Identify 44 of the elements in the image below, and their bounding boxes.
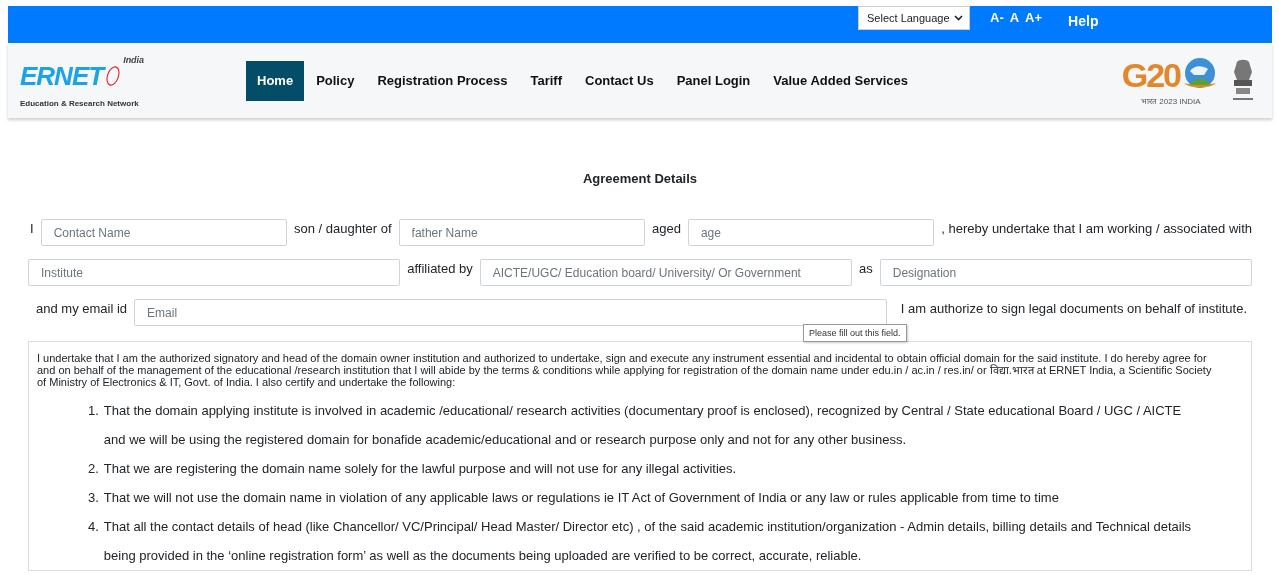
help-link[interactable]: Help — [1068, 13, 1099, 29]
font-size-link[interactable]: A+ — [1025, 10, 1043, 25]
logo-wordmark: ERNET — [20, 60, 104, 92]
g20-wordmark: G20 — [1121, 57, 1180, 93]
nav-link[interactable]: Panel Login — [665, 60, 762, 101]
logo-subtitle: Education & Research Network — [20, 99, 140, 108]
nav-link[interactable]: Contact Us — [574, 60, 665, 101]
list-number: 4. — [88, 518, 99, 536]
input-field[interactable]: Contact Name — [40, 219, 287, 246]
nav-link[interactable]: Registration Process — [366, 60, 519, 101]
nav-link[interactable]: Home — [246, 60, 305, 101]
form-label: affiliated by — [407, 260, 473, 277]
page-title: Agreement Details — [581, 171, 699, 186]
input-field[interactable]: Designation — [879, 259, 1252, 286]
list-number: 2. — [88, 460, 99, 478]
caret-icon — [954, 15, 963, 21]
font-size-link[interactable]: A — [1009, 10, 1020, 25]
input-field[interactable]: Email — [134, 299, 887, 326]
validation-tooltip: Please fill out this field. — [803, 324, 907, 342]
nav-link[interactable]: Policy — [305, 60, 366, 101]
form-label: aged — [652, 220, 681, 237]
font-size-link[interactable]: A- — [990, 10, 1004, 25]
agreement-paragraph: I undertake that I am the authorized signatory and head of the domain owner institution and authorized to undertake, sign and execute any instrument essential and incidental to obtain official domain for the said institute. I do hereby agree for and on behalf of the management of the educational /research institution that I will abide by the terms & conditions while applying for registration of the domain name under edu.in / ac.in / res.in/ or विद्या.भारत at ERNET India, a Scientific Society of Ministry of Electronics & IT, Govt. of India. I also certify and undertake the following: — [37, 352, 1213, 388]
form-label: son / daughter of — [294, 220, 392, 237]
language-select[interactable]: Select Language — [858, 6, 970, 30]
nav-link[interactable]: Tariff — [519, 60, 573, 101]
form-label: , hereby undertake that I am working / associated with — [941, 220, 1252, 237]
input-field[interactable]: AICTE/UGC/ Education board/ University/ Or Government — [479, 259, 853, 286]
input-field[interactable]: Institute — [28, 259, 401, 286]
list-item-text: That we are registering the domain name solely for the lawful purpose and will not use for any illegal activities. — [103, 460, 737, 478]
form-label: and my email id — [36, 300, 128, 317]
list-item-text: That we will not use the domain name in violation of any applicable laws or regulations ie IT Act of Government of India or any law or rules applicable from time to time — [103, 489, 1059, 507]
input-field[interactable]: age — [687, 219, 935, 246]
logo-tagline: India — [123, 55, 145, 65]
g20-caption: भारत 2023 INDIA — [1141, 96, 1201, 106]
list-number: 3. — [88, 489, 99, 507]
form-label: as — [859, 260, 873, 277]
form-label: I — [30, 220, 34, 237]
form-label: I am authorize to sign legal documents on behalf of institute. — [900, 300, 1247, 317]
nav-link[interactable]: Value Added Services — [762, 60, 919, 101]
list-number: 1. — [88, 402, 99, 420]
list-item-text: That all the contact details of head (like Chancellor/ VC/Principal/ Head Master/ Director etc) , of the said academic institution/organization - Admin details, billing details and Technical details being provided in the ‘online registration form’ as well as the documents being uploaded are verified to be correct, accurate, reliable. — [103, 518, 1193, 565]
input-field[interactable]: father Name — [398, 219, 645, 246]
list-item-text: That the domain applying institute is involved in academic /educational/ research activities (documentary proof is enclosed), recognized by Central / State educational Board / UGC / AICTE and we will be using the registered domain for bonafide academic/educational and or research purpose only and not for any other business. — [103, 402, 1183, 449]
